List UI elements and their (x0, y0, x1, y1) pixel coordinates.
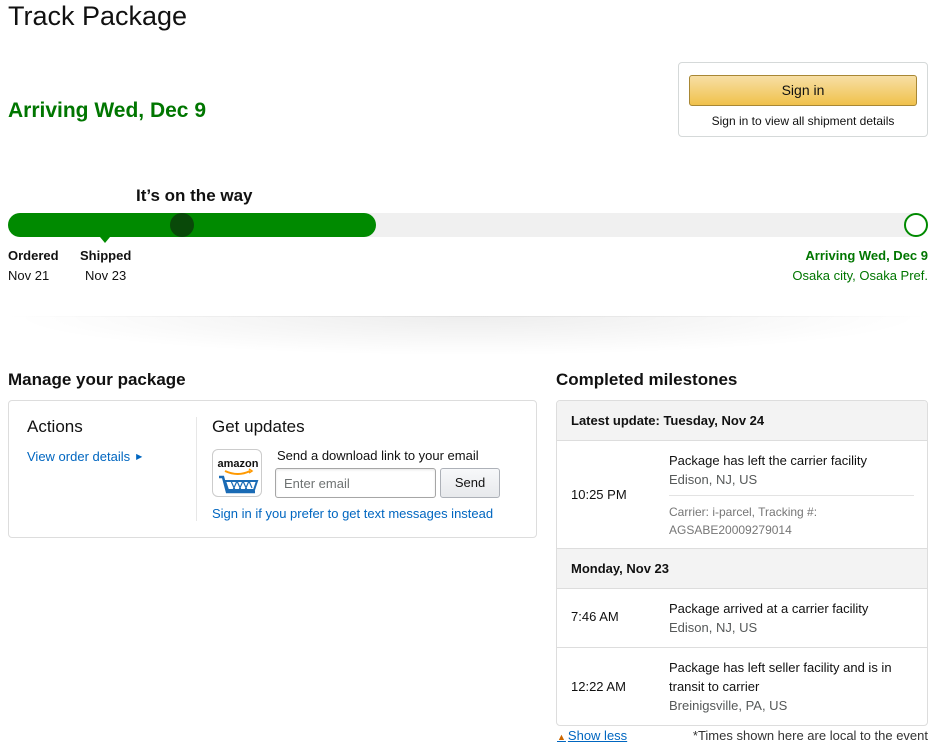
manage-title: Manage your package (8, 370, 186, 389)
event-details: Package has left seller facility and is … (669, 658, 914, 715)
step-shipped: Shipped Nov 23 (80, 248, 131, 283)
carrier-tracking: Carrier: i-parcel, Tracking #: AGSABE200… (669, 505, 818, 537)
show-less-label: Show less (567, 728, 628, 743)
event-separator (669, 495, 914, 496)
milestones-title: Completed milestones (556, 370, 738, 389)
show-less-link[interactable]: ▲ Show less (557, 728, 627, 743)
column-divider (196, 417, 197, 521)
send-button[interactable]: Send (440, 468, 500, 498)
event-description: Package has left the carrier facility (669, 453, 867, 468)
event-time: 12:22 AM (571, 679, 626, 694)
actions-column: Actions View order details ▶ (27, 417, 197, 466)
updates-column: Get updates amazon Send a download link … (212, 417, 522, 527)
day-header: Monday, Nov 23 (557, 549, 927, 589)
sign-in-button[interactable]: Sign in (689, 75, 917, 106)
manage-package-panel: Actions View order details ▶ Get updates … (8, 400, 537, 538)
destination-place: Osaka city, Osaka Pref. (792, 268, 928, 283)
milestone-event: 12:22 AM Package has left seller facilit… (557, 648, 927, 725)
signin-panel: Sign in Sign in to view all shipment det… (678, 62, 928, 137)
destination-label: Arriving Wed, Dec 9 (805, 248, 928, 263)
section-divider (8, 316, 928, 356)
send-link-hint: Send a download link to your email (277, 448, 479, 463)
view-order-details-link[interactable]: View order details ▶ (27, 449, 142, 464)
step-date: Nov 23 (85, 268, 127, 283)
event-location: Edison, NJ, US (669, 472, 758, 487)
shipped-pointer-icon (100, 237, 110, 243)
event-details: Package has left the carrier facility Ed… (669, 451, 914, 539)
page-title: Track Package (8, 1, 188, 31)
progress-destination-marker (904, 213, 928, 237)
event-location: Edison, NJ, US (669, 620, 758, 635)
view-order-label: View order details (27, 449, 131, 464)
times-note: *Times shown here are local to the event (692, 728, 928, 743)
email-input[interactable] (275, 468, 436, 498)
event-location: Breinigsville, PA, US (669, 698, 788, 713)
amazon-app-icon: amazon (212, 449, 262, 497)
event-details: Package arrived at a carrier facility Ed… (669, 599, 914, 637)
collapse-icon: ▲ (557, 732, 566, 742)
signin-hint: Sign in to view all shipment details (711, 114, 895, 128)
progress-current-marker (170, 213, 194, 237)
event-time: 7:46 AM (571, 609, 619, 624)
arrival-heading: Arriving Wed, Dec 9 (8, 99, 207, 122)
event-time: 10:25 PM (571, 487, 627, 502)
event-description: Package arrived at a carrier facility (669, 601, 869, 616)
updates-title: Get updates (212, 417, 305, 436)
step-destination: Arriving Wed, Dec 9 Osaka city, Osaka Pr… (792, 248, 928, 283)
step-ordered: Ordered Nov 21 (8, 248, 59, 283)
actions-title: Actions (27, 417, 83, 436)
section-divider-line (8, 316, 928, 317)
event-description: Package has left seller facility and is … (669, 660, 892, 694)
step-label: Shipped (80, 248, 132, 263)
milestone-event: 7:46 AM Package arrived at a carrier fac… (557, 589, 927, 648)
shipment-status: It’s on the way (136, 186, 253, 205)
day-header: Latest update: Tuesday, Nov 24 (557, 401, 927, 441)
step-label: Ordered (8, 248, 59, 263)
milestone-event: 10:25 PM Package has left the carrier fa… (557, 441, 927, 549)
app-icon-wordmark: amazon (218, 458, 259, 470)
text-messages-signin-link[interactable]: Sign in if you prefer to get text messag… (212, 506, 493, 521)
milestones-panel: Latest update: Tuesday, Nov 24 10:25 PM … (556, 400, 928, 726)
step-date: Nov 21 (8, 268, 50, 283)
caret-right-icon: ▶ (136, 452, 143, 461)
